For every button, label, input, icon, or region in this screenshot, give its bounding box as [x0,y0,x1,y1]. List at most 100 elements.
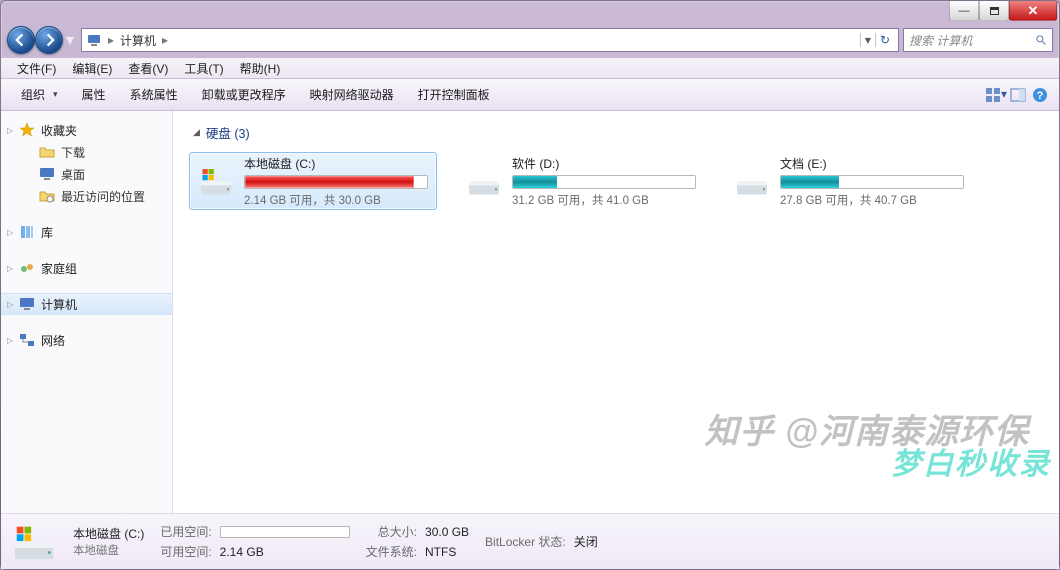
drive-name: 软件 (D:) [512,155,696,172]
drive-status: 2.14 GB 可用，共 30.0 GB [244,192,428,208]
details-title: 本地磁盘 (C:) [73,525,144,542]
menu-help[interactable]: 帮助(H) [232,60,289,77]
breadcrumb-root[interactable]: 计算机 [120,32,156,49]
cmd-system-properties[interactable]: 系统属性 [118,79,190,110]
menu-edit[interactable]: 编辑(E) [64,60,120,77]
arrow-left-icon [14,33,28,47]
section-label: 硬盘 (3) [206,123,250,142]
cmd-map-drive[interactable]: 映射网络驱动器 [298,79,406,110]
minimize-glyph: — [959,5,970,17]
sidebar-item-downloads[interactable]: 下载 [1,141,172,163]
details-bitlocker-label: BitLocker 状态: [485,533,566,550]
homegroup-icon [19,260,35,276]
drive-usage-bar [512,175,696,189]
explorer-window: — ✕ ▾ ▸ 计算机 ▸ ▾ ↻ 搜索 计算机 [0,0,1060,570]
sidebar-item-computer[interactable]: 计算机 [1,293,172,315]
address-bar[interactable]: ▸ 计算机 ▸ ▾ ↻ [81,28,899,52]
content-area: ◢ 硬盘 (3) 本地磁盘 (C:) 2.14 GB 可用，共 30.0 GB 软件… [173,111,1059,513]
cmd-control-panel[interactable]: 打开控制面板 [406,79,502,110]
computer-icon [86,32,102,48]
drive-icon [734,163,770,199]
drive-usage-bar [244,175,428,189]
sidebar-label: 库 [41,224,53,241]
libraries-icon [19,224,35,240]
menu-tools[interactable]: 工具(T) [176,60,231,77]
view-options-button[interactable]: ▾ [985,87,1007,103]
network-icon [19,332,35,348]
address-dropdown[interactable]: ▾ [860,33,875,47]
search-placeholder: 搜索 计算机 [909,32,972,49]
sidebar-label: 家庭组 [41,260,77,277]
details-pane: 本地磁盘 (C:) 本地磁盘 已用空间: 可用空间: 2.14 GB 总大小: … [1,513,1059,569]
sidebar-label: 下载 [61,144,85,161]
drive-list: 本地磁盘 (C:) 2.14 GB 可用，共 30.0 GB 软件 (D:) 31.2… [189,152,1043,210]
breadcrumb-sep: ▸ [102,33,120,47]
nav-row: ▾ ▸ 计算机 ▸ ▾ ↻ 搜索 计算机 [1,23,1059,57]
details-size-value: 30.0 GB [425,525,469,539]
drive-status: 27.8 GB 可用，共 40.7 GB [780,192,964,208]
drive-usage-bar [780,175,964,189]
refresh-button[interactable]: ↻ [875,33,894,47]
help-icon: ? [1032,87,1048,103]
star-icon [19,122,35,138]
cmd-properties[interactable]: 属性 [70,79,118,110]
help-button[interactable]: ? [1029,87,1051,103]
sidebar-label: 计算机 [41,296,77,313]
drive-icon [466,163,502,199]
details-used-label: 已用空间: [160,523,211,540]
sidebar-item-recent[interactable]: 最近访问的位置 [1,185,172,207]
drive-item[interactable]: 文档 (E:) 27.8 GB 可用，共 40.7 GB [725,152,973,210]
details-subtitle: 本地磁盘 [73,542,144,558]
pane-icon [1010,87,1026,103]
back-button[interactable] [7,26,35,54]
details-free-value: 2.14 GB [220,545,350,559]
sidebar-item-desktop[interactable]: 桌面 [1,163,172,185]
drive-icon [198,163,234,199]
minimize-button[interactable]: — [949,1,979,21]
titlebar: — ✕ [1,1,1059,23]
tiles-icon [985,87,1001,103]
maximize-button[interactable] [979,1,1009,21]
sidebar-item-homegroup[interactable]: 家庭组 [1,257,172,279]
desktop-icon [39,166,55,182]
drive-icon [11,519,57,565]
details-size-label: 总大小: [366,523,417,540]
sidebar-label: 最近访问的位置 [61,188,145,205]
command-bar: 组织 属性 系统属性 卸载或更改程序 映射网络驱动器 打开控制面板 ▾ ? [1,79,1059,111]
computer-icon [19,296,35,312]
details-free-label: 可用空间: [160,543,211,560]
sidebar-item-libraries[interactable]: 库 [1,221,172,243]
search-icon [1035,34,1047,46]
sidebar-item-favorites[interactable]: 收藏夹 [1,119,172,141]
forward-button[interactable] [35,26,63,54]
drive-name: 本地磁盘 (C:) [244,155,428,172]
cmd-organize[interactable]: 组织 [9,79,70,110]
details-bitlocker-value: 关闭 [574,533,598,550]
maximize-glyph [990,7,999,15]
sidebar-label: 网络 [41,332,65,349]
close-glyph: ✕ [1028,3,1039,19]
breadcrumb-sep-2: ▸ [156,33,174,47]
recent-icon [39,188,55,204]
drive-name: 文档 (E:) [780,155,964,172]
search-input[interactable]: 搜索 计算机 [903,28,1053,52]
drive-item[interactable]: 本地磁盘 (C:) 2.14 GB 可用，共 30.0 GB [189,152,437,210]
drive-status: 31.2 GB 可用，共 41.0 GB [512,192,696,208]
cmd-uninstall[interactable]: 卸载或更改程序 [190,79,298,110]
details-used-value [220,525,350,539]
close-button[interactable]: ✕ [1009,1,1057,21]
preview-pane-button[interactable] [1007,87,1029,103]
drive-item[interactable]: 软件 (D:) 31.2 GB 可用，共 41.0 GB [457,152,705,210]
section-header-hdd[interactable]: ◢ 硬盘 (3) [193,123,1043,142]
nav-pane: 收藏夹 下载 桌面 最近访问的位置 库 [1,111,173,513]
menu-bar: 文件(F) 编辑(E) 查看(V) 工具(T) 帮助(H) [1,57,1059,79]
menu-file[interactable]: 文件(F) [9,60,64,77]
arrow-right-icon [42,33,56,47]
details-fs-label: 文件系统: [366,543,417,560]
collapse-triangle-icon: ◢ [193,127,200,138]
sidebar-item-network[interactable]: 网络 [1,329,172,351]
sidebar-label: 收藏夹 [41,122,77,139]
menu-view[interactable]: 查看(V) [120,60,176,77]
nav-history-dropdown[interactable]: ▾ [63,26,77,54]
svg-text:?: ? [1037,90,1044,102]
